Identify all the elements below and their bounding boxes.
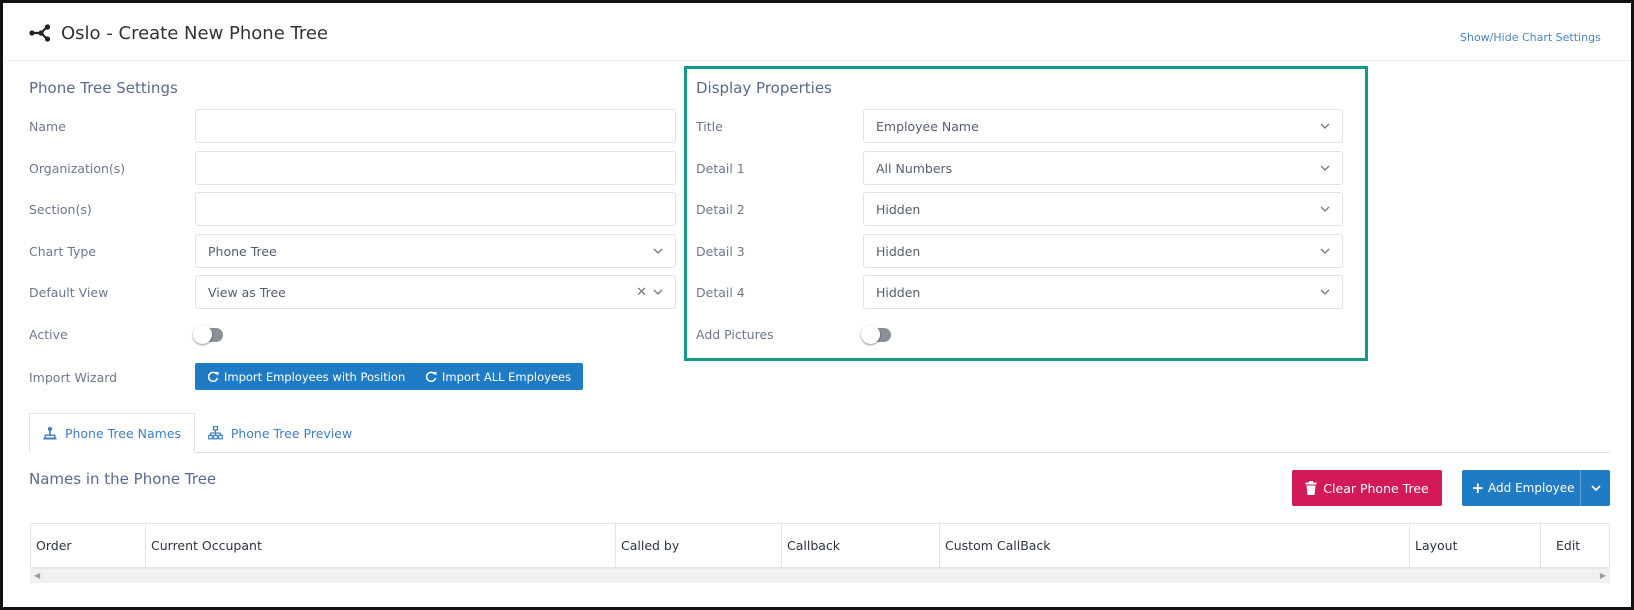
plus-icon: + (1471, 478, 1485, 497)
detail-2-label: Detail 2 (696, 201, 745, 217)
section-input[interactable] (195, 192, 676, 226)
refresh-icon (207, 371, 219, 382)
chevron-down-icon (1590, 485, 1601, 492)
import-employees-with-position-label: Import Employees with Position (224, 369, 406, 384)
column-header-current-occupant[interactable]: Current Occupant (146, 524, 616, 567)
add-pictures-label: Add Pictures (696, 326, 774, 342)
column-header-called-by[interactable]: Called by (616, 524, 782, 567)
title-select[interactable]: Employee Name (863, 109, 1343, 143)
column-header-custom-callback[interactable]: Custom CallBack (940, 524, 1410, 567)
horizontal-scrollbar[interactable]: ◀ ▶ (30, 568, 1610, 583)
default-view-label: Default View (29, 284, 109, 300)
app-window: Oslo - Create New Phone Tree Show/Hide C… (0, 0, 1634, 610)
tab-phone-tree-preview-label: Phone Tree Preview (230, 425, 353, 441)
detail-4-label: Detail 4 (696, 284, 745, 300)
column-header-layout[interactable]: Layout (1410, 524, 1541, 567)
add-employee-label: Add Employee (1488, 481, 1575, 495)
chevron-down-icon (653, 248, 663, 254)
person-sitemap-icon (43, 426, 57, 440)
trash-icon (1305, 481, 1317, 495)
add-employee-dropdown-toggle[interactable] (1580, 470, 1610, 506)
clear-phone-tree-button[interactable]: Clear Phone Tree (1292, 470, 1442, 506)
title-label: Title (696, 118, 723, 134)
detail-2-value: Hidden (876, 201, 921, 217)
chart-type-select[interactable]: Phone Tree (195, 234, 676, 268)
scroll-left-arrow-icon[interactable]: ◀ (34, 571, 40, 580)
tab-bar-divider (29, 452, 1610, 453)
toggle-knob (861, 325, 880, 344)
tab-phone-tree-names[interactable]: Phone Tree Names (29, 413, 195, 453)
organization-label: Organization(s) (29, 160, 126, 176)
section-label: Section(s) (29, 201, 92, 217)
chevron-down-icon (1320, 123, 1330, 129)
toggle-knob (193, 325, 212, 344)
page-header: Oslo - Create New Phone Tree (29, 19, 328, 47)
tab-phone-tree-names-label: Phone Tree Names (64, 425, 182, 441)
column-header-edit[interactable]: Edit (1541, 524, 1609, 567)
detail-1-value: All Numbers (876, 160, 953, 176)
clear-selection-icon[interactable]: ✕ (636, 285, 647, 300)
chevron-down-icon (1320, 289, 1330, 295)
detail-2-select[interactable]: Hidden (863, 192, 1343, 226)
column-header-order[interactable]: Order (31, 524, 146, 567)
network-icon (29, 24, 51, 42)
page-title: Oslo - Create New Phone Tree (61, 22, 328, 44)
organization-input[interactable] (195, 151, 676, 185)
chevron-down-icon (1320, 165, 1330, 171)
detail-3-label: Detail 3 (696, 243, 745, 259)
detail-3-value: Hidden (876, 243, 921, 259)
detail-1-select[interactable]: All Numbers (863, 151, 1343, 185)
active-toggle[interactable] (193, 325, 223, 344)
header-divider (6, 60, 1631, 61)
default-view-value: View as Tree (208, 284, 286, 300)
detail-1-label: Detail 1 (696, 160, 745, 176)
detail-3-select[interactable]: Hidden (863, 234, 1343, 268)
title-select-value: Employee Name (876, 118, 979, 134)
name-input[interactable] (195, 109, 676, 143)
detail-4-value: Hidden (876, 284, 921, 300)
names-table-header: Order Current Occupant Called by Callbac… (30, 523, 1610, 568)
import-all-employees-label: Import ALL Employees (442, 369, 572, 384)
names-in-phone-tree-title: Names in the Phone Tree (29, 470, 217, 488)
show-hide-chart-settings-link[interactable]: Show/Hide Chart Settings (1460, 31, 1601, 44)
phone-tree-settings-title: Phone Tree Settings (29, 79, 178, 97)
active-label: Active (29, 326, 68, 342)
chart-type-label: Chart Type (29, 243, 97, 259)
add-employee-button-group: + Add Employee (1462, 470, 1610, 506)
default-view-select[interactable]: View as Tree ✕ (195, 275, 676, 309)
chevron-down-icon (1320, 206, 1330, 212)
chart-type-value: Phone Tree (208, 243, 277, 259)
column-header-callback[interactable]: Callback (782, 524, 940, 567)
add-pictures-toggle[interactable] (861, 325, 891, 344)
clear-phone-tree-label: Clear Phone Tree (1323, 480, 1429, 496)
add-employee-button[interactable]: + Add Employee (1462, 470, 1580, 506)
name-label: Name (29, 118, 66, 134)
import-wizard-label: Import Wizard (29, 369, 118, 385)
tab-phone-tree-preview[interactable]: Phone Tree Preview (195, 413, 365, 453)
chevron-down-icon (653, 289, 663, 295)
sitemap-icon (207, 426, 223, 440)
import-all-employees-button[interactable]: Import ALL Employees (413, 363, 584, 390)
refresh-icon (425, 371, 437, 382)
display-properties-title: Display Properties (696, 79, 832, 97)
import-employees-with-position-button[interactable]: Import Employees with Position (195, 363, 418, 390)
detail-4-select[interactable]: Hidden (863, 275, 1343, 309)
scroll-right-arrow-icon[interactable]: ▶ (1600, 571, 1606, 580)
chevron-down-icon (1320, 248, 1330, 254)
